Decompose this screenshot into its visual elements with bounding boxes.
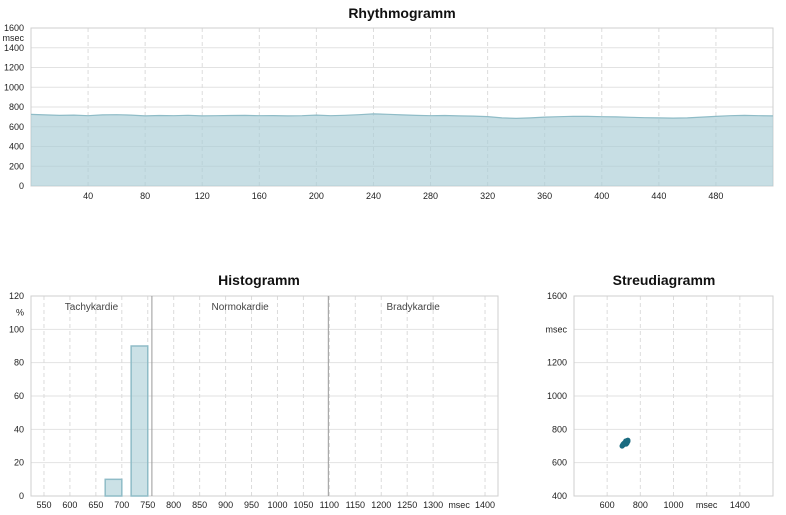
histogramm-xtick: 850	[192, 500, 207, 510]
rhythmogramm-xtick: 160	[252, 191, 267, 201]
rhythmogramm-xtick: 40	[83, 191, 93, 201]
rhythmogramm-ytick: 1200	[4, 63, 24, 73]
histogramm-region-label: Bradykardie	[386, 302, 440, 313]
histogramm-bar	[104, 478, 123, 497]
streudiagramm-xtick: 1400	[730, 500, 750, 510]
histogramm-region-label: Normokardie	[211, 302, 269, 313]
histogramm-xtick: 1050	[293, 500, 313, 510]
rhythmogramm-xtick: 400	[594, 191, 609, 201]
histogramm-xtick: 1000	[267, 500, 287, 510]
histogramm-ylabel: %	[16, 308, 24, 318]
histogramm-xtick: 1200	[371, 500, 391, 510]
rhythmogramm-xtick: 480	[708, 191, 723, 201]
rhythmogramm-xtick: 120	[195, 191, 210, 201]
histogramm-xtick: 1100	[320, 500, 339, 510]
histogramm-xtick: 700	[114, 500, 129, 510]
histogramm-xtick: 950	[244, 500, 259, 510]
rhythmogramm-ytick: 600	[9, 122, 24, 132]
rhythmogramm-ytick: 400	[9, 142, 24, 152]
streudiagramm-title: Streudiagramm	[613, 272, 716, 288]
histogramm-xtick: 1300	[423, 500, 443, 510]
histogramm-xtick: 1250	[397, 500, 417, 510]
histogramm-xunit: msec	[448, 500, 470, 510]
histogramm-ytick: 100	[9, 324, 24, 334]
histogramm-xtick: 1400	[475, 500, 495, 510]
rhythmogramm-xtick: 440	[651, 191, 666, 201]
streudiagramm-ylabel: msec	[545, 324, 567, 334]
streudiagramm-ytick: 1200	[547, 358, 567, 368]
rhythmogramm-title: Rhythmogramm	[348, 5, 455, 21]
streudiagramm-ytick: 400	[552, 491, 567, 501]
histogramm-xtick: 1150	[346, 500, 365, 510]
histogramm-xtick: 800	[166, 500, 181, 510]
rhythmogramm-area	[31, 113, 773, 186]
rhythmogramm-xtick: 280	[423, 191, 438, 201]
histogramm-title: Histogramm	[218, 272, 300, 288]
streudiagramm-ytick: 1600	[547, 291, 567, 301]
streudiagramm-point	[620, 441, 626, 447]
rhythmogramm-ytick: 1400	[4, 43, 24, 53]
rhythmogramm-ytick: 1600	[4, 23, 24, 33]
streudiagramm-chart: Streudiagramm 400 600 800 1000 1200 1600 msec 60…	[545, 272, 774, 510]
histogramm-ytick: 60	[14, 391, 24, 401]
rhythmogramm-xtick: 240	[366, 191, 381, 201]
streudiagramm-xtick: 800	[633, 500, 648, 510]
rhythmogramm-ytick: 200	[9, 161, 24, 171]
streudiagramm-point	[625, 438, 631, 444]
histogramm-xtick: 650	[88, 500, 103, 510]
histogramm-ytick: 20	[14, 458, 24, 468]
rhythmogramm-chart: Rhythmogramm 0 200 400 600 800 1000 1200 1400 160…	[2, 5, 774, 201]
histogramm-bar	[130, 345, 149, 497]
histogramm-xtick: 900	[218, 500, 233, 510]
streudiagramm-ytick: 1000	[547, 391, 567, 401]
histogramm-ytick: 80	[14, 358, 24, 368]
histogramm-xtick: 550	[36, 500, 51, 510]
rhythmogramm-xtick: 80	[140, 191, 150, 201]
rhythmogramm-ytick: 800	[9, 102, 24, 112]
rhythmogramm-xtick: 320	[480, 191, 495, 201]
streudiagramm-ytick: 600	[552, 458, 567, 468]
histogramm-region-label: Tachykardie	[65, 302, 119, 313]
histogramm-xtick: 600	[62, 500, 77, 510]
rhythmogramm-xtick: 360	[537, 191, 552, 201]
histogramm-ytick: 40	[14, 424, 24, 434]
rhythmogramm-ylabel: msec	[2, 33, 24, 43]
streudiagramm-xunit: msec	[696, 500, 718, 510]
streudiagramm-xtick: 600	[600, 500, 615, 510]
streudiagramm-xtick: 1000	[663, 500, 683, 510]
histogramm-xtick: 750	[140, 500, 155, 510]
rhythmogramm-ytick: 0	[19, 181, 24, 191]
rhythmogramm-xtick: 200	[309, 191, 324, 201]
rhythmogramm-ytick: 1000	[4, 82, 24, 92]
histogramm-chart: Histogramm 0 20 40 60 80 100 120% 550 600 650 700 75…	[9, 272, 499, 510]
charts-canvas: Rhythmogramm0200400600800100012001400160…	[2, 5, 774, 510]
histogramm-ytick: 0	[19, 491, 24, 501]
streudiagramm-ytick: 800	[552, 424, 567, 434]
histogramm-ytick: 120	[9, 291, 24, 301]
